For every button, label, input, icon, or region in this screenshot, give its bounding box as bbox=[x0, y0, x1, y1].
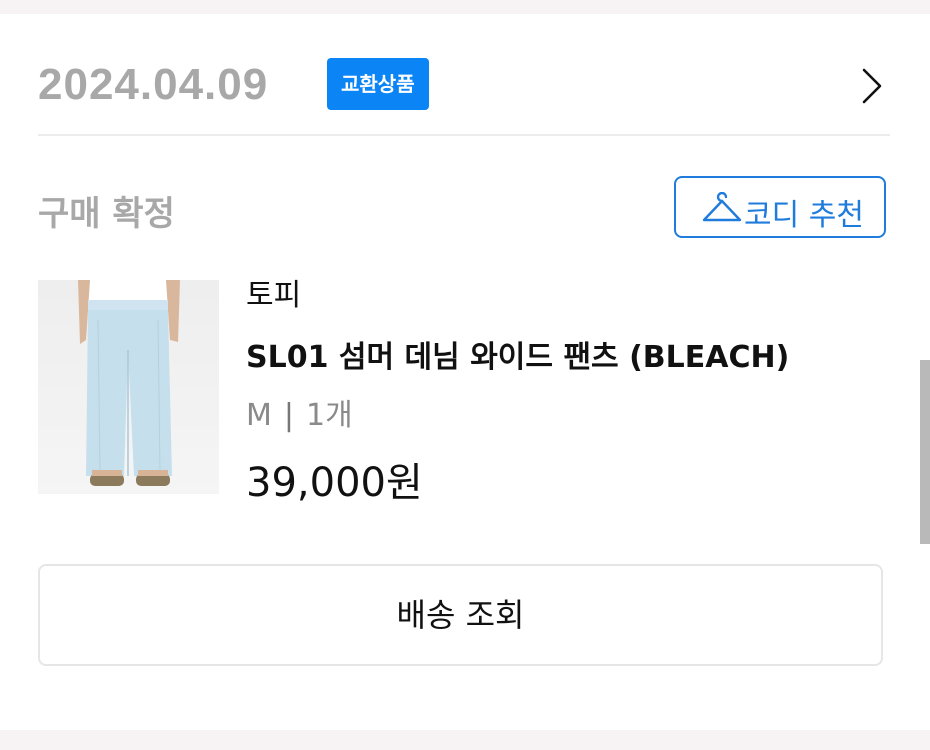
product-brand[interactable]: 토피 bbox=[246, 270, 301, 314]
option-separator: | bbox=[283, 398, 294, 433]
order-card: 2024.04.09 교환상품 구매 확정 코디 추천 토피 SL01 섬머 데… bbox=[0, 14, 930, 730]
order-date: 2024.04.09 bbox=[38, 60, 269, 109]
chevron-right-icon[interactable] bbox=[856, 66, 886, 106]
product-quantity: 1개 bbox=[306, 398, 353, 433]
exchange-badge: 교환상품 bbox=[327, 58, 429, 110]
product-thumbnail[interactable] bbox=[38, 280, 219, 494]
divider bbox=[38, 134, 890, 136]
order-header: 2024.04.09 교환상품 bbox=[38, 56, 890, 116]
product-option: M | 1개 bbox=[246, 390, 353, 434]
product-name[interactable]: SL01 섬머 데님 와이드 팬츠 (BLEACH) bbox=[246, 332, 789, 376]
delivery-tracking-button[interactable]: 배송 조회 bbox=[38, 564, 883, 666]
order-status: 구매 확정 bbox=[38, 194, 175, 234]
product-price: 39,000원 bbox=[246, 460, 423, 506]
hanger-icon bbox=[702, 192, 742, 222]
coordi-recommend-label: 코디 추천 bbox=[744, 198, 864, 233]
scrollbar[interactable] bbox=[920, 360, 930, 544]
coordi-recommend-button[interactable]: 코디 추천 bbox=[674, 176, 886, 238]
product-size: M bbox=[246, 398, 272, 433]
